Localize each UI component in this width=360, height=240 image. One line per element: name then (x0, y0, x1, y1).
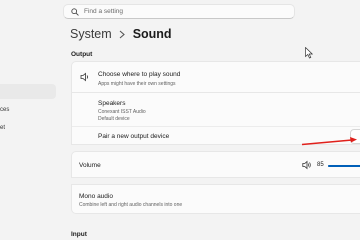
search-input[interactable] (84, 5, 284, 18)
volume-icon[interactable] (302, 160, 312, 170)
page-title: Sound (132, 27, 172, 41)
breadcrumb-parent-link[interactable]: System (70, 27, 112, 41)
device-driver: Conexant ISST Audio (98, 109, 146, 115)
volume-slider-fill (328, 165, 360, 167)
volume-label: Volume (79, 162, 101, 169)
search-icon (70, 7, 80, 17)
settings-window: ces et System Sound Output (0, 0, 360, 240)
device-name: Speakers (98, 100, 126, 107)
output-section-label: Output (71, 51, 93, 58)
choose-output-row[interactable]: Choose where to play sound Apps might ha… (71, 61, 360, 93)
breadcrumb: System Sound (70, 26, 172, 42)
nav-selected-item[interactable] (0, 84, 56, 99)
output-device-speakers[interactable]: Speakers Conexant ISST Audio Default dev… (72, 93, 360, 126)
row-divider (72, 126, 360, 127)
annotation-arrow-icon (301, 137, 357, 146)
speaker-icon (80, 72, 90, 82)
input-section-label: Input (71, 231, 87, 238)
mono-audio-subtitle: Combine left and right audio channels in… (79, 202, 183, 208)
nav-item-partial[interactable]: ces (0, 107, 9, 113)
mono-audio-title: Mono audio (79, 193, 113, 200)
volume-value: 85 (317, 162, 324, 168)
device-status: Default device (98, 116, 130, 122)
mouse-cursor-icon (305, 47, 313, 59)
nav-item-partial[interactable]: et (0, 125, 5, 131)
mono-audio-row[interactable]: Mono audio Combine left and right audio … (71, 184, 360, 214)
left-navigation: ces et (0, 0, 62, 240)
choose-output-subtitle: Apps might have their own settings (98, 81, 176, 87)
pair-device-label: Pair a new output device (98, 133, 170, 140)
chevron-right-icon (119, 30, 125, 39)
choose-output-title: Choose where to play sound (98, 71, 181, 78)
search-box[interactable] (63, 4, 295, 19)
volume-slider[interactable] (328, 165, 360, 167)
